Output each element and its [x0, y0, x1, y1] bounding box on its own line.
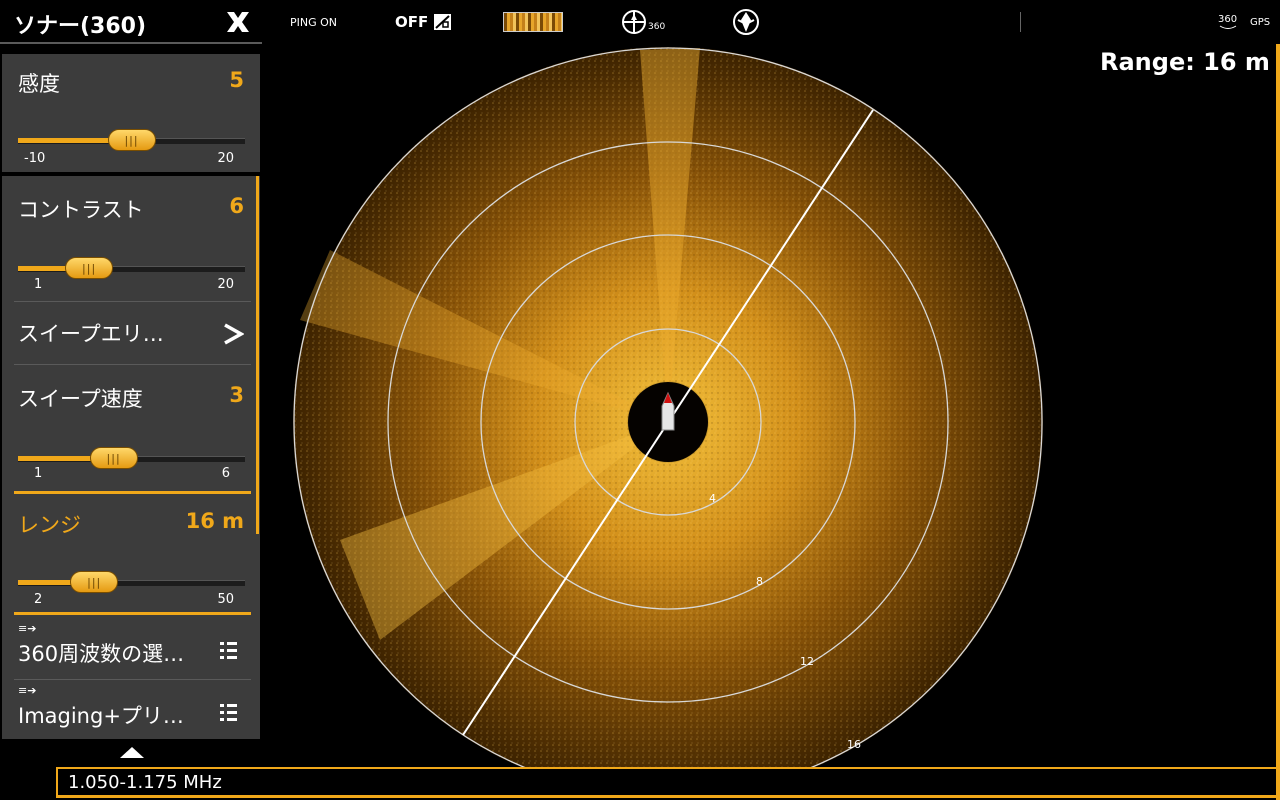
tilt-icon: [434, 14, 452, 30]
frequency-readout: 1.050-1.175 MHz: [68, 772, 222, 793]
contrast-value: 6: [229, 194, 244, 218]
contrast-slider-knob[interactable]: |||: [65, 257, 114, 279]
divider-active: [14, 612, 251, 615]
sonar-360-button[interactable]: 360: [622, 0, 665, 44]
imaging-label: Imaging+プリ…: [18, 704, 184, 728]
settings-list: コントラスト 6 ||| 1 20 スイープエリ… スイープ速度 3 ||| 1…: [2, 176, 260, 739]
ring-label-16: 16: [847, 738, 861, 751]
sonar-360-display[interactable]: 4 8 12 16: [262, 44, 1276, 767]
ring-label-4: 4: [709, 492, 716, 505]
off-toggle[interactable]: OFF: [395, 0, 452, 44]
sweep-area-label: スイープエリ…: [18, 322, 164, 346]
frequency-label: 360周波数の選…: [18, 642, 185, 666]
sensitivity-slider-knob[interactable]: |||: [107, 129, 156, 151]
sensitivity-max: 20: [217, 151, 234, 166]
panel-scrollbar[interactable]: [256, 176, 259, 534]
contrast-max: 20: [217, 277, 234, 292]
sweep-speed-max: 6: [221, 466, 230, 481]
ring-label-8: 8: [756, 575, 763, 588]
sonar-settings-panel: ソナー(360) 感度 5 ||| -10 20 コントラスト 6 ||| 1 …: [0, 0, 262, 800]
topbar-separator: [1020, 12, 1021, 32]
sensitivity-setting: 感度 5 ||| -10 20: [2, 54, 260, 172]
frequency-select-row[interactable]: ≡➔ 360周波数の選…: [2, 618, 260, 678]
sensitivity-slider[interactable]: |||: [18, 129, 245, 151]
display-border: [1276, 44, 1280, 800]
boat-icon: [733, 9, 759, 35]
360-arc-icon: [1219, 25, 1236, 29]
sensitivity-label: 感度: [18, 72, 60, 96]
ring-label-12: 12: [800, 655, 814, 668]
list-menu-icon: [220, 642, 237, 659]
collapse-panel-button[interactable]: [2, 739, 260, 767]
sweep-speed-value: 3: [229, 383, 244, 407]
gps-status: GPS: [1250, 0, 1270, 44]
off-label: OFF: [395, 13, 429, 31]
frequency-readout-box: 1.050-1.175 MHz: [56, 767, 1278, 798]
range-slider[interactable]: |||: [18, 571, 245, 593]
boat-view-button[interactable]: [732, 0, 760, 44]
sensitivity-min: -10: [24, 151, 46, 166]
divider: [14, 364, 251, 365]
360-label: 360: [648, 22, 666, 32]
contrast-min: 1: [34, 277, 43, 292]
sweep-speed-min: 1: [34, 466, 43, 481]
close-icon[interactable]: [224, 8, 252, 36]
sensitivity-value: 5: [229, 68, 244, 92]
sweep-speed-slider[interactable]: |||: [18, 447, 245, 469]
divider-active: [14, 491, 251, 494]
ping-status[interactable]: PING ON: [290, 0, 337, 44]
range-label: レンジ: [18, 513, 81, 537]
panel-title: ソナー(360): [14, 14, 147, 39]
sweep-speed-slider-knob[interactable]: |||: [89, 447, 138, 469]
imaging-row[interactable]: ≡➔ Imaging+プリ…: [2, 680, 260, 739]
range-min: 2: [34, 592, 43, 607]
sweep-area-row[interactable]: スイープエリ…: [2, 302, 260, 364]
palette-button[interactable]: [503, 0, 563, 44]
submenu-arrow-icon: ≡➔: [18, 622, 37, 635]
360-status-label: 360: [1218, 14, 1238, 25]
color-palette-swatch: [503, 12, 563, 32]
range-value: 16 m: [185, 509, 244, 533]
range-slider-knob[interactable]: |||: [70, 571, 119, 593]
sweep-speed-label: スイープ速度: [18, 387, 143, 411]
submenu-arrow-icon: ≡➔: [18, 684, 37, 697]
panel-header: ソナー(360): [0, 0, 262, 44]
360-status-indicator: 360: [1218, 0, 1237, 44]
chevron-up-icon: [120, 747, 144, 758]
360-sonar-icon: [622, 10, 646, 34]
chevron-right-icon: [224, 323, 244, 345]
contrast-slider[interactable]: |||: [18, 257, 245, 279]
range-max: 50: [217, 592, 234, 607]
contrast-label: コントラスト: [18, 198, 144, 222]
range-readout: Range: 16 m: [1100, 48, 1270, 76]
gps-label: GPS: [1250, 16, 1271, 28]
top-status-bar: PING ON OFF 360 360 GPS: [262, 0, 1280, 45]
list-menu-icon: [220, 704, 237, 721]
